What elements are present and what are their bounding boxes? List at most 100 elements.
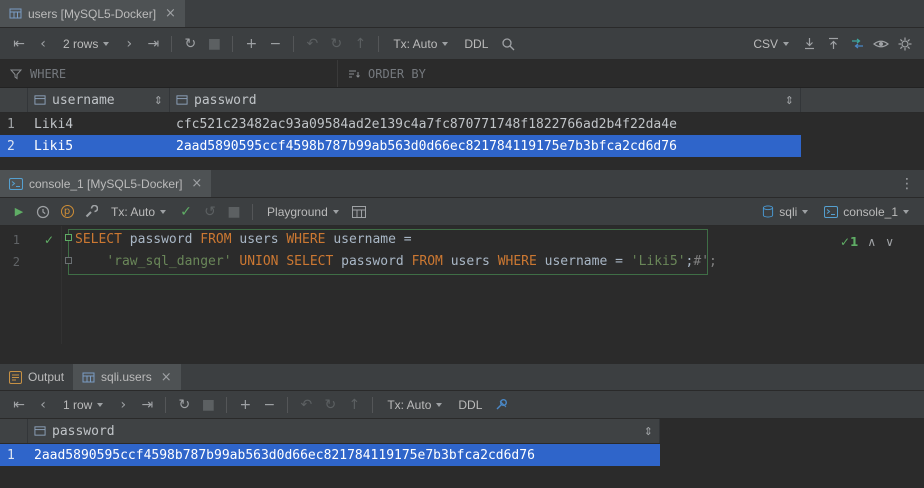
- result-table-row-selected[interactable]: 1 2aad5890595ccf4598b787b99ab563d0d66ec8…: [0, 444, 660, 466]
- close-icon[interactable]: ×: [165, 6, 176, 21]
- export-download-icon[interactable]: [798, 33, 820, 55]
- search-icon[interactable]: [497, 33, 519, 55]
- tx-mode-dropdown[interactable]: Tx: Auto: [380, 394, 449, 416]
- import-upload-icon[interactable]: [822, 33, 844, 55]
- rollback-icon: ↺: [199, 201, 221, 223]
- column-icon: [176, 94, 188, 106]
- chevron-down-icon: [103, 42, 109, 46]
- chevron-down-icon: [802, 210, 808, 214]
- close-icon[interactable]: ×: [191, 176, 202, 191]
- tab-console-1[interactable]: console_1 [MySQL5-Docker] ×: [0, 170, 211, 197]
- playground-mode-dropdown[interactable]: Playground: [260, 201, 346, 223]
- export-format-dropdown[interactable]: CSV: [746, 33, 796, 55]
- sort-icon[interactable]: ⇕: [785, 94, 794, 107]
- tab-title: sqli.users: [101, 370, 152, 384]
- previous-page-button[interactable]: ‹: [32, 394, 54, 416]
- column-icon: [34, 425, 46, 437]
- page-size-dropdown[interactable]: 1 row: [56, 394, 110, 416]
- cell-username[interactable]: Liki5: [28, 139, 170, 154]
- grid-filter-bar: WHERE ORDER BY: [0, 60, 924, 88]
- first-page-button[interactable]: ⇤: [8, 33, 30, 55]
- reload-icon[interactable]: ↻: [173, 394, 195, 416]
- first-page-button[interactable]: ⇤: [8, 394, 30, 416]
- profiler-icon[interactable]: p: [56, 201, 78, 223]
- cell-password[interactable]: cfc521c23482ac93a09584ad2e139c4a7fc87077…: [170, 117, 801, 132]
- database-icon: [762, 205, 774, 218]
- executed-ok-check-icon[interactable]: ✓: [44, 229, 54, 251]
- divider: [372, 397, 373, 413]
- next-page-button[interactable]: ›: [118, 33, 140, 55]
- sort-icon[interactable]: ⇕: [154, 94, 163, 107]
- close-icon[interactable]: ×: [161, 370, 172, 385]
- ddl-button[interactable]: DDL: [457, 33, 495, 55]
- database-selector-dropdown[interactable]: sqli: [755, 201, 815, 223]
- commit-check-icon[interactable]: ✓: [175, 201, 197, 223]
- rerun-icon: ↻: [319, 394, 341, 416]
- table-icon: [82, 371, 95, 384]
- divider: [171, 36, 172, 52]
- tx-mode-dropdown[interactable]: Tx: Auto: [386, 33, 455, 55]
- divider: [165, 397, 166, 413]
- view-options-eye-icon[interactable]: [870, 33, 892, 55]
- row-number: 2: [0, 139, 28, 154]
- next-page-button[interactable]: ›: [112, 394, 134, 416]
- pin-tab-icon[interactable]: [491, 394, 513, 416]
- ddl-button[interactable]: DDL: [451, 394, 489, 416]
- chevron-down-icon: [333, 210, 339, 214]
- navigate-up-icon[interactable]: ∧: [867, 231, 876, 253]
- cell-password[interactable]: 2aad5890595ccf4598b787b99ab563d0d66ec821…: [170, 139, 801, 154]
- gear-icon[interactable]: [894, 33, 916, 55]
- delete-row-button[interactable]: −: [264, 33, 286, 55]
- settings-wrench-icon[interactable]: [80, 201, 102, 223]
- previous-page-button[interactable]: ‹: [32, 33, 54, 55]
- table-row-selected[interactable]: 2 Liki5 2aad5890595ccf4598b787b99ab563d0…: [0, 135, 801, 157]
- execution-history-clock-icon[interactable]: [32, 201, 54, 223]
- revert-icon: ↶: [301, 33, 323, 55]
- statement-marker-icon[interactable]: [65, 234, 72, 241]
- compare-icon[interactable]: [846, 33, 868, 55]
- chevron-down-icon: [436, 403, 442, 407]
- cell-username[interactable]: Liki4: [28, 117, 170, 132]
- divider: [378, 36, 379, 52]
- divider: [252, 204, 253, 220]
- tx-mode-dropdown[interactable]: Tx: Auto: [104, 201, 173, 223]
- add-row-button[interactable]: +: [234, 394, 256, 416]
- last-page-button[interactable]: ⇥: [142, 33, 164, 55]
- reload-icon[interactable]: ↻: [179, 33, 201, 55]
- where-filter-input[interactable]: WHERE: [0, 60, 338, 87]
- line-number: 1: [6, 229, 20, 251]
- add-row-button[interactable]: +: [240, 33, 262, 55]
- table-row[interactable]: 1 Liki4 cfc521c23482ac93a09584ad2e139c4a…: [0, 113, 801, 135]
- page-size-dropdown[interactable]: 2 rows: [56, 33, 116, 55]
- top-editor-tabbar: users [MySQL5-Docker] ×: [0, 0, 924, 28]
- tab-users-grid[interactable]: users [MySQL5-Docker] ×: [0, 0, 185, 27]
- column-header-password[interactable]: password ⇕: [28, 419, 660, 443]
- code-line-1[interactable]: SELECT password FROM users WHERE usernam…: [75, 229, 412, 251]
- column-icon: [34, 94, 46, 106]
- statement-marker-icon[interactable]: [65, 257, 72, 264]
- delete-row-button[interactable]: −: [258, 394, 280, 416]
- column-header-password[interactable]: password ⇕: [170, 88, 801, 112]
- console-icon: [824, 206, 838, 218]
- rerun-icon: ↻: [325, 33, 347, 55]
- order-by-filter-input[interactable]: ORDER BY: [338, 60, 436, 87]
- result-navigator: ✓1 ∧ ∨: [840, 231, 894, 253]
- last-page-button[interactable]: ⇥: [136, 394, 158, 416]
- sort-icon[interactable]: ⇕: [644, 425, 653, 438]
- code-line-2[interactable]: 'raw_sql_danger' UNION SELECT password F…: [75, 251, 717, 273]
- sql-editor[interactable]: 1 2 ✓ SELECT password FROM users WHERE u…: [0, 226, 924, 344]
- grid-toolbar: ⇤ ‹ 2 rows › ⇥ ↻ ■ + − ↶ ↻ ↑ Tx: Auto DD…: [0, 28, 924, 60]
- in-editor-results-icon[interactable]: [348, 201, 370, 223]
- cell-password[interactable]: 2aad5890595ccf4598b787b99ab563d0d66ec821…: [28, 448, 660, 463]
- navigate-down-icon[interactable]: ∨: [885, 231, 894, 253]
- tab-result-sqli-users[interactable]: sqli.users ×: [73, 364, 181, 390]
- console-selector-dropdown[interactable]: console_1: [817, 201, 916, 223]
- column-header-username[interactable]: username ⇕: [28, 88, 170, 112]
- grid-header-row: username ⇕ password ⇕: [0, 88, 924, 113]
- line-number: 2: [6, 251, 20, 273]
- console-icon: [9, 178, 23, 190]
- tab-output[interactable]: Output: [0, 364, 73, 390]
- tab-title: Output: [28, 370, 64, 384]
- more-options-kebab-icon[interactable]: ⋮: [890, 176, 924, 192]
- execute-play-icon[interactable]: ▶: [8, 201, 30, 223]
